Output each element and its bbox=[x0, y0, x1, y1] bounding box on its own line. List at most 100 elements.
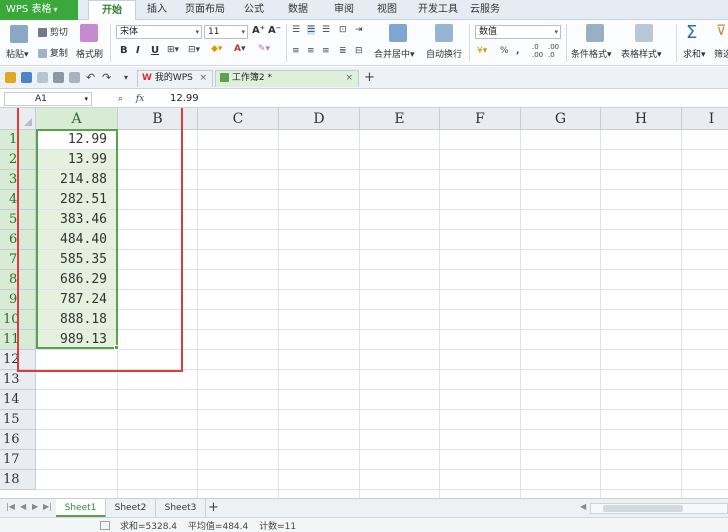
number-format-select[interactable]: 数值 ▾ bbox=[475, 25, 561, 39]
save-icon[interactable] bbox=[21, 72, 32, 83]
copy-button[interactable]: 复制 bbox=[38, 46, 68, 59]
cell-a6[interactable]: 484.40 bbox=[37, 230, 117, 249]
insert-function-button[interactable]: fx bbox=[136, 94, 144, 104]
sheet-tab-sheet2[interactable]: Sheet2 bbox=[106, 499, 156, 517]
italic-button[interactable]: I bbox=[136, 45, 140, 56]
cell-a5[interactable]: 383.46 bbox=[37, 210, 117, 229]
tab-home[interactable]: 开始 bbox=[88, 0, 136, 21]
select-all-corner[interactable] bbox=[0, 108, 36, 130]
row-header[interactable]: 4 bbox=[0, 190, 36, 210]
grow-font-button[interactable]: A⁺ bbox=[252, 25, 265, 36]
row-header[interactable]: 17 bbox=[0, 450, 36, 470]
table-style-button[interactable]: 表格样式▾ bbox=[621, 47, 662, 60]
cut-button[interactable]: 剪切 bbox=[38, 25, 68, 38]
sum-button[interactable]: 求和▾ bbox=[683, 47, 706, 60]
print-preview-icon[interactable] bbox=[69, 72, 80, 83]
cell-a7[interactable]: 585.35 bbox=[37, 250, 117, 269]
bold-button[interactable]: B bbox=[120, 45, 128, 56]
doc-tab-mywps[interactable]: W 我的WPS × bbox=[137, 70, 213, 87]
last-sheet-icon[interactable]: ▶| bbox=[43, 502, 52, 511]
spreadsheet-grid[interactable]: A B C D E F G H I 1 2 3 4 5 6 7 8 9 10 1… bbox=[0, 108, 728, 498]
row-header[interactable]: 15 bbox=[0, 410, 36, 430]
sheet-tab-sheet1[interactable]: Sheet1 bbox=[56, 499, 106, 517]
tab-page-layout[interactable]: 页面布局 bbox=[185, 0, 225, 20]
fill-color-icon[interactable]: ◆▾ bbox=[211, 44, 222, 54]
conditional-format-button[interactable]: 条件格式▾ bbox=[571, 47, 612, 60]
app-menu-button[interactable]: WPS 表格 ▾ bbox=[0, 0, 78, 20]
column-header-e[interactable]: E bbox=[360, 108, 440, 130]
column-header-f[interactable]: F bbox=[440, 108, 521, 130]
decrease-decimal-icon[interactable]: .00.0 bbox=[548, 43, 559, 59]
row-header[interactable]: 3 bbox=[0, 170, 36, 190]
cell-a1[interactable]: 12.99 bbox=[37, 130, 117, 149]
orientation-icon[interactable]: ⊡ bbox=[339, 25, 347, 35]
format-painter-button[interactable]: 格式刷 bbox=[76, 47, 103, 60]
cell-a10[interactable]: 888.18 bbox=[37, 310, 117, 329]
cell-a2[interactable]: 13.99 bbox=[37, 150, 117, 169]
paste-button[interactable]: 粘贴▾ bbox=[6, 47, 29, 60]
font-color-button[interactable]: A▾ bbox=[234, 44, 246, 54]
cell-a4[interactable]: 282.51 bbox=[37, 190, 117, 209]
magnifier-icon[interactable]: ⌕ bbox=[118, 94, 123, 104]
borders-icon[interactable]: ⊞▾ bbox=[167, 45, 179, 55]
tab-formulas[interactable]: 公式 bbox=[244, 0, 264, 20]
column-header-i[interactable]: I bbox=[682, 108, 728, 130]
scrollbar-thumb[interactable] bbox=[603, 505, 683, 512]
row-header[interactable]: 5 bbox=[0, 210, 36, 230]
tab-view[interactable]: 视图 bbox=[377, 0, 397, 20]
tab-cloud[interactable]: 云服务 bbox=[470, 0, 500, 20]
cell-a8[interactable]: 686.29 bbox=[37, 270, 117, 289]
tab-insert[interactable]: 插入 bbox=[147, 0, 167, 20]
row-header[interactable]: 8 bbox=[0, 270, 36, 290]
comma-button[interactable]: , bbox=[516, 46, 519, 56]
redo-icon[interactable]: ↷ bbox=[102, 71, 111, 84]
prev-sheet-icon[interactable]: ◀ bbox=[20, 502, 26, 511]
close-icon[interactable]: × bbox=[345, 71, 353, 86]
row-header[interactable]: 10 bbox=[0, 310, 36, 330]
add-sheet-button[interactable]: + bbox=[208, 499, 219, 517]
row-header[interactable]: 9 bbox=[0, 290, 36, 310]
font-size-select[interactable]: 11 ▾ bbox=[204, 25, 248, 39]
increase-decimal-icon[interactable]: .0.00 bbox=[532, 43, 543, 59]
sheet-tab-sheet3[interactable]: Sheet3 bbox=[156, 499, 206, 517]
percent-button[interactable]: % bbox=[500, 46, 509, 56]
column-header-c[interactable]: C bbox=[198, 108, 279, 130]
row-header[interactable]: 18 bbox=[0, 470, 36, 490]
print-icon[interactable] bbox=[53, 72, 64, 83]
new-document-icon[interactable] bbox=[37, 72, 48, 83]
column-header-g[interactable]: G bbox=[521, 108, 601, 130]
fill-handle[interactable] bbox=[114, 345, 119, 350]
wrap-text-button[interactable]: 自动换行 bbox=[426, 47, 462, 60]
indent-icon[interactable]: ⇥ bbox=[355, 25, 363, 35]
column-header-h[interactable]: H bbox=[601, 108, 682, 130]
customize-quick-access-icon[interactable]: ▾ bbox=[124, 73, 128, 82]
cell-a11[interactable]: 989.13 bbox=[37, 330, 117, 349]
align-center-icon[interactable]: ≡ bbox=[307, 46, 315, 56]
new-tab-button[interactable]: + bbox=[364, 70, 375, 85]
merge-icon[interactable]: ⊟▾ bbox=[188, 45, 200, 55]
name-box[interactable]: A1 ▾ bbox=[4, 92, 92, 106]
cell-a9[interactable]: 787.24 bbox=[37, 290, 117, 309]
currency-icon[interactable]: ¥▾ bbox=[477, 46, 487, 56]
undo-icon[interactable]: ↶ bbox=[86, 71, 95, 84]
filter-button[interactable]: 筛选 bbox=[714, 47, 728, 60]
clear-format-icon[interactable]: ✎▾ bbox=[258, 44, 270, 54]
column-header-b[interactable]: B bbox=[118, 108, 198, 130]
cell-a3[interactable]: 214.88 bbox=[37, 170, 117, 189]
font-name-select[interactable]: 宋体 ▾ bbox=[116, 25, 202, 39]
row-header[interactable]: 11 bbox=[0, 330, 36, 350]
row-header[interactable]: 7 bbox=[0, 250, 36, 270]
shrink-font-button[interactable]: A⁻ bbox=[268, 25, 281, 36]
next-sheet-icon[interactable]: ▶ bbox=[32, 502, 38, 511]
tab-review[interactable]: 审阅 bbox=[334, 0, 354, 20]
row-header[interactable]: 14 bbox=[0, 390, 36, 410]
align-left-icon[interactable]: ≡ bbox=[292, 46, 300, 56]
justify-icon[interactable]: ≣ bbox=[339, 46, 347, 56]
first-sheet-icon[interactable]: |◀ bbox=[6, 502, 15, 511]
row-header[interactable]: 16 bbox=[0, 430, 36, 450]
align-bottom-icon[interactable]: ☰ bbox=[322, 25, 330, 35]
underline-button[interactable]: U bbox=[151, 45, 159, 56]
merge-center-button[interactable]: 合并居中▾ bbox=[374, 47, 415, 60]
row-header[interactable]: 1 bbox=[0, 130, 36, 150]
open-folder-icon[interactable] bbox=[5, 72, 16, 83]
